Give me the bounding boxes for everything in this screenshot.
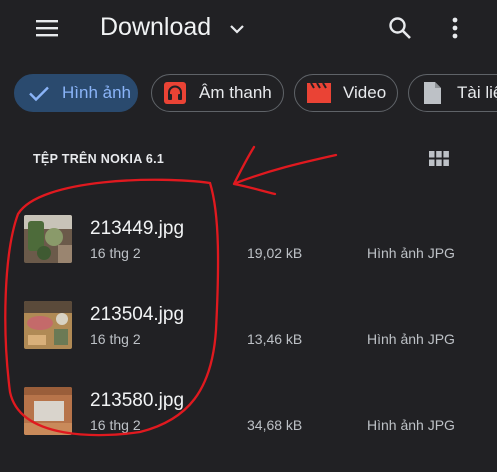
image-thumbnail: [24, 301, 72, 349]
file-size: 34,68 kB: [247, 417, 303, 433]
file-size: 19,02 kB: [247, 245, 303, 261]
headphones-icon: [164, 82, 186, 104]
document-icon: [424, 82, 441, 104]
chip-audio-label: Âm thanh: [199, 83, 272, 102]
file-row[interactable]: 213580.jpg 16 thg 2 34,68 kB Hình ảnh JP…: [0, 368, 497, 454]
check-icon: [29, 86, 49, 102]
file-size: 13,46 kB: [247, 331, 303, 347]
file-row[interactable]: 213504.jpg 16 thg 2 13,46 kB Hình ảnh JP…: [0, 282, 497, 368]
file-date: 16 thg 2: [90, 245, 141, 261]
image-thumbnail: [24, 215, 72, 263]
grid-view-icon[interactable]: [429, 151, 449, 167]
folder-title[interactable]: Download: [100, 13, 211, 42]
chip-video-label: Video: [343, 83, 387, 102]
chip-documents-label: Tài liệ: [457, 83, 497, 102]
file-name: 213504.jpg: [90, 304, 185, 325]
file-row[interactable]: 213449.jpg 16 thg 2 19,02 kB Hình ảnh JP…: [0, 196, 497, 282]
storage-section-label: TỆP TRÊN NOKIA 6.1: [33, 152, 165, 166]
file-date: 16 thg 2: [90, 331, 141, 347]
chip-images-label: Hình ảnh: [62, 83, 131, 102]
file-name: 213449.jpg: [90, 218, 185, 239]
chip-documents[interactable]: Tài liệ: [408, 74, 497, 112]
filter-chips: Hình ảnh Âm thanh Video Tài liệ: [0, 74, 497, 116]
top-app-bar: Download: [0, 0, 497, 58]
menu-icon[interactable]: [34, 17, 60, 39]
file-name: 213580.jpg: [90, 390, 185, 411]
file-date: 16 thg 2: [90, 417, 141, 433]
file-type: Hình ảnh JPG: [367, 331, 455, 347]
more-vert-icon[interactable]: [446, 15, 464, 41]
file-type: Hình ảnh JPG: [367, 245, 455, 261]
file-type: Hình ảnh JPG: [367, 417, 455, 433]
chip-video[interactable]: Video: [294, 74, 398, 112]
chip-audio[interactable]: Âm thanh: [151, 74, 284, 112]
chip-images[interactable]: Hình ảnh: [14, 74, 138, 112]
search-icon[interactable]: [387, 15, 413, 41]
annotation-arrow: [232, 145, 338, 196]
image-thumbnail: [24, 387, 72, 435]
chevron-down-icon[interactable]: [226, 18, 248, 40]
clapperboard-icon: [307, 82, 331, 103]
